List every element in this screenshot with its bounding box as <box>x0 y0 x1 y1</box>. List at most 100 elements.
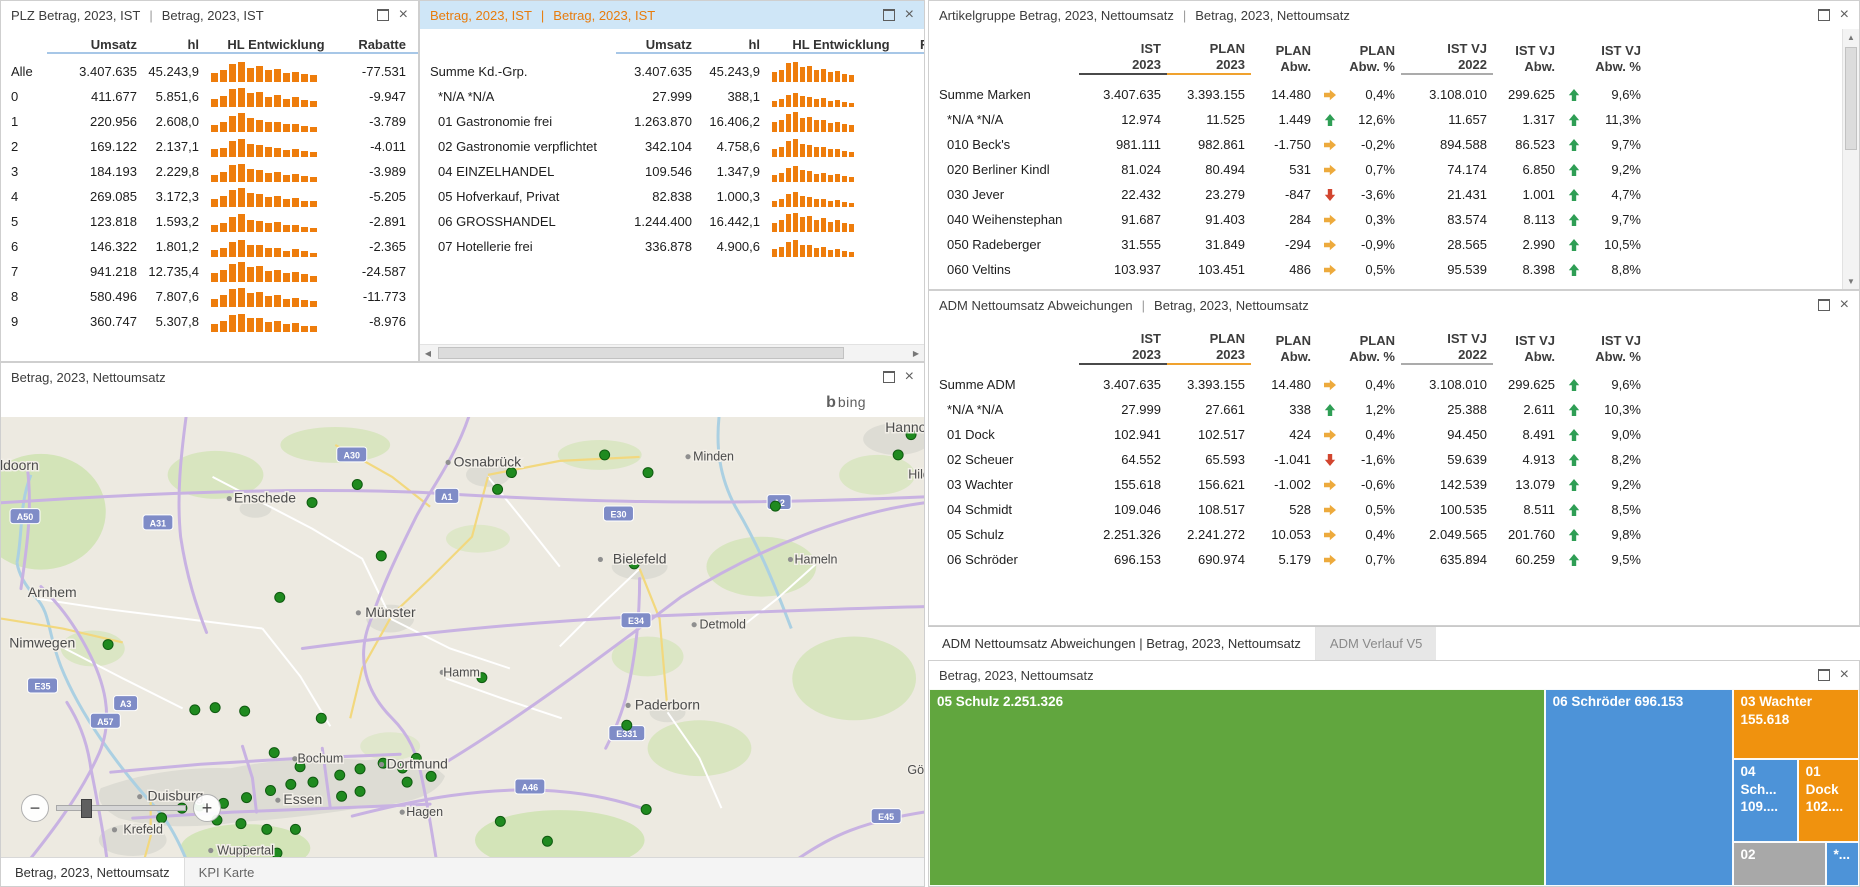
map-data-point[interactable] <box>492 483 504 495</box>
treemap-tile[interactable]: 04 Sch... 109.... <box>1732 759 1798 842</box>
table-row[interactable]: 0 411.677 5.851,6 -9.947 <box>1 82 418 107</box>
scroll-up-arrow-icon[interactable]: ▲ <box>1843 29 1859 45</box>
close-icon[interactable]: × <box>399 7 408 23</box>
table-row[interactable]: *N/A *N/A 27.999 27.661 338 1,2% 25.388 2.611 1… <box>929 397 1859 422</box>
map-data-point[interactable] <box>289 823 301 835</box>
zoom-slider-handle[interactable] <box>81 799 92 818</box>
table-row[interactable]: 01 Dock 102.941 102.517 424 0,4% 94.450 8.491 9… <box>929 422 1859 447</box>
maximize-icon[interactable] <box>376 9 389 21</box>
map-data-point[interactable] <box>642 467 654 479</box>
map-data-point[interactable] <box>494 815 506 827</box>
table-row[interactable]: 010 Beck's 981.111 982.861 -1.750 -0,2% 894.5… <box>929 132 1859 157</box>
table-row[interactable]: 03 Wachter 155.618 156.621 -1.002 -0,6% 142.5… <box>929 472 1859 497</box>
map-data-point[interactable] <box>336 790 348 802</box>
scrollbar-thumb[interactable] <box>438 347 844 359</box>
maximize-icon[interactable] <box>1817 299 1830 311</box>
table-row[interactable]: 040 Weihenstephan 91.687 91.403 284 0,3% 83.5… <box>929 207 1859 232</box>
table-row[interactable]: 8 580.496 7.807,6 -11.773 <box>1 282 418 307</box>
table-row[interactable]: 6 146.322 1.801,2 -2.365 <box>1 232 418 257</box>
map-data-point[interactable] <box>354 785 366 797</box>
table-row[interactable]: 04 EINZELHANDEL 109.546 1.347,9 <box>420 157 924 182</box>
map-data-point[interactable] <box>265 785 277 797</box>
table-row[interactable]: *N/A *N/A 27.999 388,1 <box>420 82 924 107</box>
zoom-out-button[interactable]: − <box>21 794 49 822</box>
maximize-icon[interactable] <box>1817 9 1830 21</box>
table-row[interactable]: *N/A *N/A 12.974 11.525 1.449 12,6% 11.657 1.3… <box>929 107 1859 132</box>
maximize-icon[interactable] <box>1817 669 1830 681</box>
close-icon[interactable]: × <box>1840 297 1849 313</box>
treemap-tile[interactable]: 05 Schulz 2.251.326 <box>929 689 1545 886</box>
table-row[interactable]: 7 941.218 12.735,4 -24.587 <box>1 257 418 282</box>
map-data-point[interactable] <box>640 804 652 815</box>
table-row[interactable]: 01 Gastronomie frei 1.263.870 16.406,2 <box>420 107 924 132</box>
close-icon[interactable]: × <box>905 369 914 385</box>
table-row[interactable]: 3 184.193 2.229,8 -3.989 <box>1 157 418 182</box>
map-data-point[interactable] <box>334 769 346 781</box>
table-row[interactable]: 04 Schmidt 109.046 108.517 528 0,5% 100.535 8.… <box>929 497 1859 522</box>
map-data-point[interactable] <box>769 500 781 512</box>
table-row[interactable]: Alle 3.407.635 45.243,9 -77.531 <box>1 57 418 82</box>
table-row[interactable]: Summe Kd.-Grp. 3.407.635 45.243,9 <box>420 57 924 82</box>
map-data-point[interactable] <box>375 550 387 562</box>
scroll-right-arrow-icon[interactable]: ▶ <box>908 345 924 361</box>
table-row[interactable]: 2 169.122 2.137,1 -4.011 <box>1 132 418 157</box>
map-data-point[interactable] <box>189 704 201 716</box>
table-row[interactable]: 030 Jever 22.432 23.279 -847 -3,6% 21.431 1.00… <box>929 182 1859 207</box>
table-row[interactable]: Summe Marken 3.407.635 3.393.155 14.480 0,4%… <box>929 82 1859 107</box>
close-icon[interactable]: × <box>1840 7 1849 23</box>
table-row[interactable]: 9 360.747 5.307,8 -8.976 <box>1 307 418 332</box>
table-row[interactable]: 02 Gastronomie verpflichtet 342.104 4.758,… <box>420 132 924 157</box>
table-row[interactable]: 4 269.085 3.172,3 -5.205 <box>1 182 418 207</box>
close-icon[interactable]: × <box>905 7 914 23</box>
scroll-left-arrow-icon[interactable]: ◀ <box>420 345 436 361</box>
table-row[interactable]: 02 Scheuer 64.552 65.593 -1.041 -1,6% 59.639 4… <box>929 447 1859 472</box>
treemap-tile[interactable]: *... <box>1825 841 1859 886</box>
zoom-slider[interactable] <box>56 799 186 818</box>
table-row[interactable]: 05 Schulz 2.251.326 2.241.272 10.053 0,4% 2.0… <box>929 522 1859 547</box>
map-data-point[interactable] <box>241 792 253 804</box>
map-data-point[interactable] <box>274 591 286 603</box>
map-data-point[interactable] <box>235 818 247 830</box>
map-data-point[interactable] <box>285 778 297 790</box>
treemap-tile[interactable]: 03 Wachter 155.618 <box>1732 689 1859 760</box>
map-data-point[interactable] <box>315 712 327 724</box>
table-row[interactable]: 06 GROSSHANDEL 1.244.400 16.442,1 <box>420 207 924 232</box>
map-data-point[interactable] <box>425 770 437 782</box>
horizontal-scrollbar[interactable]: ◀ ▶ <box>420 344 924 361</box>
tab-adm-abweichungen[interactable]: ADM Nettoumsatz Abweichungen | Betrag, 2… <box>928 627 1316 660</box>
maximize-icon[interactable] <box>882 371 895 383</box>
map-canvas[interactable]: A50A30A1E30A2A31E35A3A57E34E331A46E45Ape… <box>1 417 924 858</box>
table-row[interactable]: 07 Hotellerie frei 336.878 4.900,6 <box>420 232 924 257</box>
map-data-point[interactable] <box>599 449 611 461</box>
map-data-point[interactable] <box>307 776 319 788</box>
scrollbar-thumb[interactable] <box>1845 47 1857 150</box>
table-row[interactable]: Summe ADM 3.407.635 3.393.155 14.480 0,4% 3.1… <box>929 372 1859 397</box>
map-data-point[interactable] <box>401 776 413 788</box>
map-data-point[interactable] <box>621 719 633 731</box>
scroll-down-arrow-icon[interactable]: ▼ <box>1843 273 1859 289</box>
map-data-point[interactable] <box>261 823 273 835</box>
map-data-point[interactable] <box>209 702 221 714</box>
table-row[interactable]: 1 220.956 2.608,0 -3.789 <box>1 107 418 132</box>
table-row[interactable]: 5 123.818 1.593,2 -2.891 <box>1 207 418 232</box>
map-data-point[interactable] <box>892 449 904 461</box>
map-data-point[interactable] <box>351 478 363 490</box>
maximize-icon[interactable] <box>882 9 895 21</box>
close-icon[interactable]: × <box>1840 667 1849 683</box>
treemap-tile[interactable]: 06 Schröder 696.153 <box>1544 689 1733 886</box>
map-data-point[interactable] <box>541 835 553 847</box>
tab-kpi-karte[interactable]: KPI Karte <box>185 858 269 886</box>
table-row[interactable]: 050 Radeberger 31.555 31.849 -294 -0,9% 28.56… <box>929 232 1859 257</box>
table-row[interactable]: 06 Schröder 696.153 690.974 5.179 0,7% 635.89… <box>929 547 1859 572</box>
map-data-point[interactable] <box>306 497 318 509</box>
map-data-point[interactable] <box>239 705 251 717</box>
vertical-scrollbar[interactable]: ▲ ▼ <box>1842 29 1859 289</box>
tab-adm-verlauf[interactable]: ADM Verlauf V5 <box>1315 627 1437 660</box>
tab-betrag-nettoumsatz[interactable]: Betrag, 2023, Nettoumsatz <box>1 858 185 886</box>
table-row[interactable]: 05 Hofverkauf, Privat 82.838 1.000,3 <box>420 182 924 207</box>
table-row[interactable]: 020 Berliner Kindl 81.024 80.494 531 0,7% 74.… <box>929 157 1859 182</box>
zoom-in-button[interactable]: + <box>193 794 221 822</box>
map-data-point[interactable] <box>354 763 366 775</box>
map[interactable]: A50A30A1E30A2A31E35A3A57E34E331A46E45Ape… <box>1 417 924 858</box>
treemap-tile[interactable]: 01 Dock 102.... <box>1797 759 1859 842</box>
